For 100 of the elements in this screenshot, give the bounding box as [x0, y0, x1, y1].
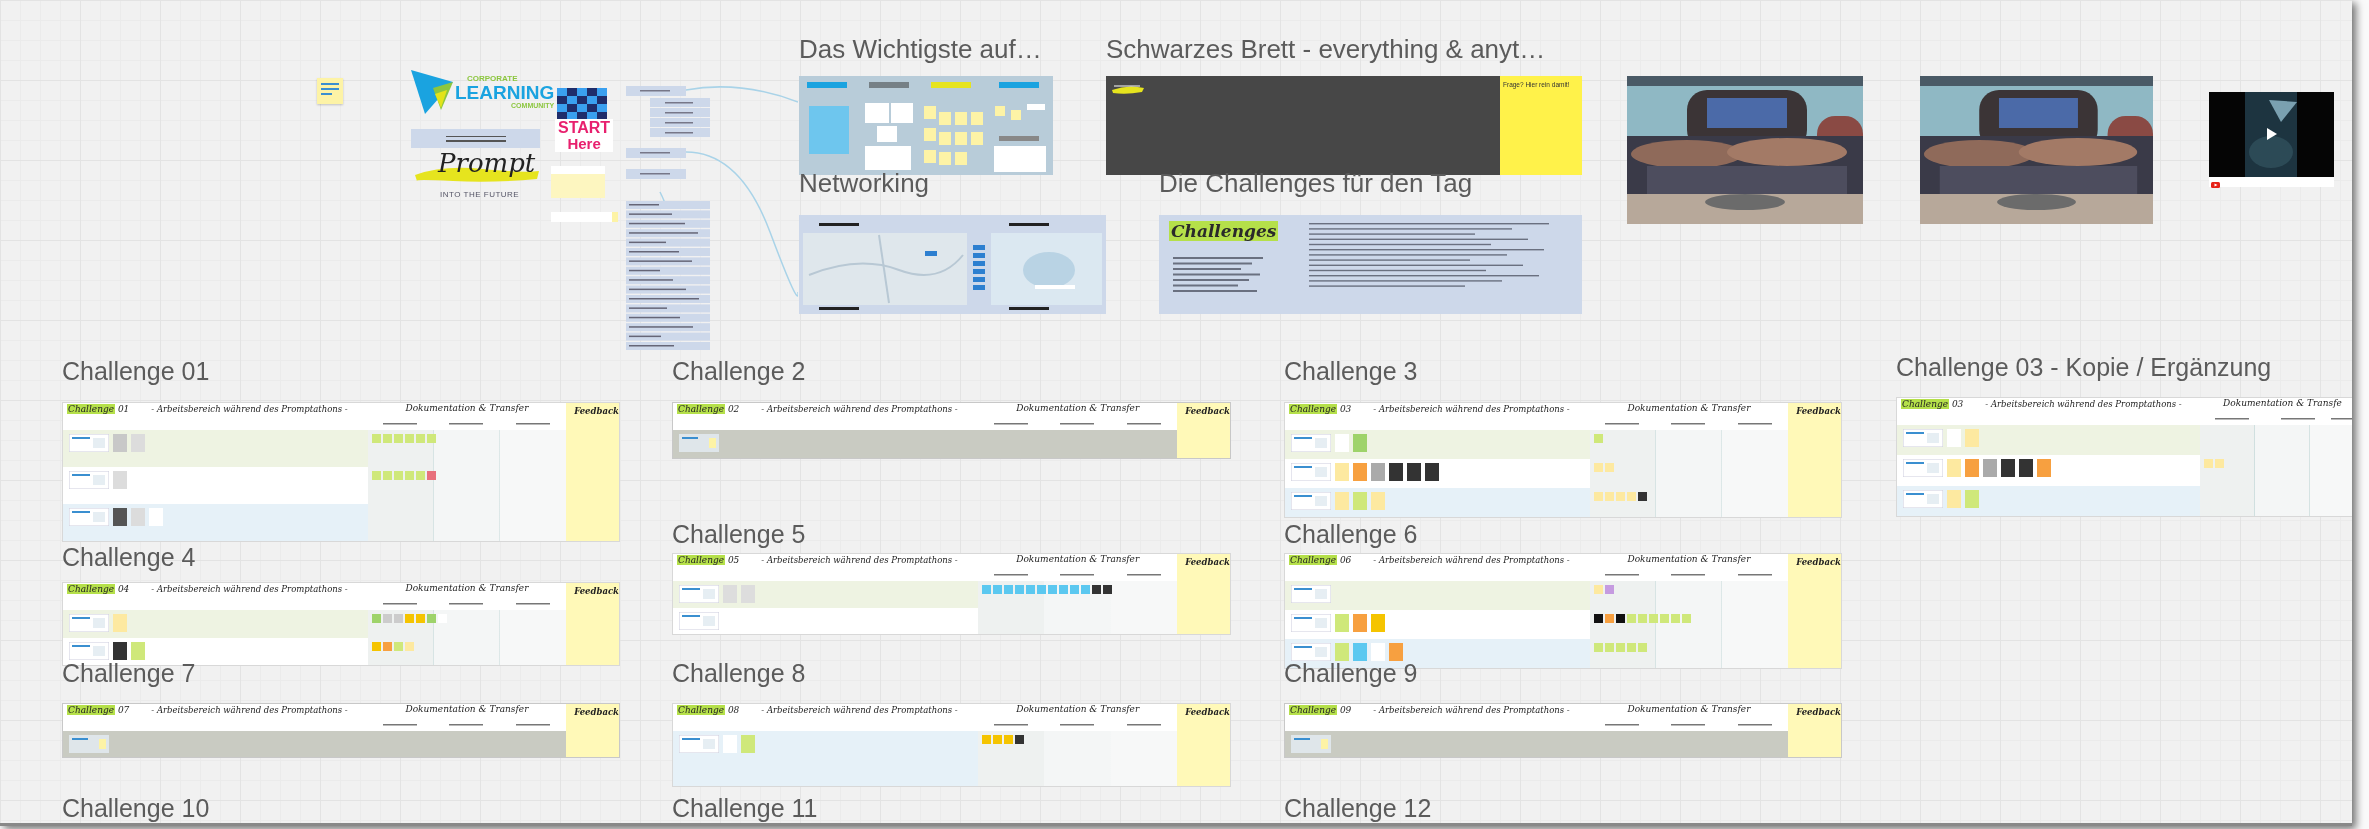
- text-lines-drawing: [1605, 422, 1640, 426]
- frame-title[interactable]: Challenge 6: [1284, 519, 1418, 549]
- text-lines-drawing: [1605, 573, 1640, 577]
- challenge-logo: Challenge 04: [67, 584, 130, 594]
- text-lines-drawing: [515, 723, 550, 727]
- text-lines-drawing: [1737, 573, 1772, 577]
- thumbnail-drawing: [69, 641, 109, 660]
- challenge-board[interactable]: Challenge 05 - Arbeitsbereich während des Promptathons - Dokumentation & Transfer Feedback: [672, 553, 1231, 635]
- text-lines-drawing: [515, 602, 550, 606]
- board-card[interactable]: [2001, 459, 2015, 478]
- board-subtitle: - Arbeitsbereich während des Promptathons -: [151, 404, 348, 414]
- thumbnail-drawing: [679, 434, 719, 452]
- text-lines-drawing: [1737, 723, 1772, 727]
- thumbnail-drawing: [69, 434, 109, 452]
- frame-title[interactable]: Challenge 11: [672, 793, 818, 823]
- challenge-logo: Challenge 08: [677, 705, 740, 715]
- feedback-column[interactable]: Feedback: [1177, 403, 1230, 458]
- thumbnail-drawing: [1291, 585, 1331, 603]
- sticky-note[interactable]: [1092, 585, 1102, 594]
- thumbnail-drawing: [1291, 643, 1331, 661]
- sticky-note[interactable]: [1615, 614, 1625, 623]
- text-lines-drawing: [515, 422, 550, 426]
- feedback-column[interactable]: Feedback: [1788, 554, 1841, 668]
- board-drawing[interactable]: [799, 215, 1106, 314]
- text-lines-drawing: [1059, 422, 1094, 426]
- challenge-logo: Challenge 03: [1901, 399, 1964, 409]
- thumbnail-drawing: [679, 735, 719, 753]
- text-lines-drawing: [1671, 422, 1706, 426]
- text-lines-drawing: [2280, 417, 2315, 421]
- board-subtitle: - Arbeitsbereich während des Promptathons -: [151, 584, 348, 594]
- sticky-note[interactable]: [1015, 735, 1025, 744]
- challenge-board[interactable]: Challenge 02 - Arbeitsbereich während des Promptathons - Dokumentation & Transfer Feedback: [672, 402, 1231, 459]
- feedback-column[interactable]: Feedback: [566, 583, 619, 665]
- frame-title[interactable]: Challenge 03 - Kopie / Ergänzung: [1896, 352, 2272, 382]
- play-icon[interactable]: [2264, 127, 2278, 141]
- challenge-board[interactable]: Challenge 03 - Arbeitsbereich während des Promptathons - Dokumentation & Transfer Feedback: [1284, 402, 1842, 518]
- challenge-board[interactable]: Challenge 01 - Arbeitsbereich während des Promptathons - Dokumentation & Transfer Feedback: [62, 402, 620, 542]
- challenge-board[interactable]: Challenge 09 - Arbeitsbereich während des Promptathons - Dokumentation & Transfer Feedback: [1284, 703, 1842, 758]
- text-lines-drawing: [1126, 573, 1161, 577]
- thumbnail-drawing: [1903, 489, 1943, 508]
- challenge-logo: Challenge 09: [1289, 705, 1352, 715]
- frame-title[interactable]: Challenge 12: [1284, 793, 1432, 823]
- thumbnail-drawing: [1291, 614, 1331, 632]
- video-logo-icon: [2211, 182, 2220, 188]
- frame-title[interactable]: Challenge 5: [672, 519, 806, 549]
- frame-title[interactable]: Schwarzes Brett - everything & anyt…: [1106, 34, 1546, 64]
- logo-text: LEARNING: [455, 83, 555, 102]
- start-text: Here: [567, 136, 601, 151]
- feedback-column[interactable]: Feedback: [1177, 704, 1230, 786]
- board-card[interactable]: Challenges: [1159, 215, 1582, 314]
- thumbnail-drawing: [69, 471, 109, 489]
- banner-strip[interactable]: [411, 129, 540, 148]
- text-lines-drawing: [1126, 723, 1161, 727]
- board-subtitle: - Arbeitsbereich während des Promptathons -: [761, 555, 958, 565]
- frame-title[interactable]: Challenge 4: [62, 542, 196, 572]
- text-lines-drawing: [1059, 573, 1094, 577]
- feedback-column[interactable]: Feedback: [1788, 704, 1841, 757]
- challenge-board[interactable]: Challenge 03 - Arbeitsbereich während des Promptathons - Dokumentation & Transfe: [1896, 397, 2352, 517]
- feedback-column[interactable]: Feedback: [566, 704, 619, 757]
- board-card[interactable]: [113, 641, 127, 660]
- frame-title[interactable]: Das Wichtigste auf…: [799, 34, 1042, 64]
- thumbnail-drawing: [679, 611, 719, 630]
- challenge-board[interactable]: Challenge 08 - Arbeitsbereich während des Promptathons - Dokumentation & Transfer Feedback: [672, 703, 1231, 787]
- board-subtitle: - Arbeitsbereich während des Promptathons -: [151, 705, 348, 715]
- note-card[interactable]: [551, 212, 618, 222]
- text-lines-drawing: [383, 422, 418, 426]
- frame-title[interactable]: Challenge 8: [672, 658, 806, 688]
- board-card[interactable]: [2019, 459, 2033, 478]
- text-lines-drawing: [449, 723, 484, 727]
- challenge-logo: Challenge 06: [1289, 555, 1352, 565]
- sticky-note[interactable]: [1637, 492, 1647, 501]
- board-subtitle: - Arbeitsbereich während des Promptathons -: [1373, 404, 1570, 414]
- feedback-column[interactable]: Feedback: [566, 403, 619, 541]
- feedback-column[interactable]: Feedback: [1177, 554, 1230, 634]
- board-subtitle: - Arbeitsbereich während des Promptathons -: [1373, 705, 1570, 715]
- column-heading: Dokumentation & Transfer: [405, 403, 529, 415]
- challenge-board[interactable]: Challenge 07 - Arbeitsbereich während des Promptathons - Dokumentation & Transfer Feedback: [62, 703, 620, 758]
- challenge-logo: Challenge 03: [1289, 404, 1352, 414]
- frame-title[interactable]: Challenge 3: [1284, 356, 1418, 386]
- challenge-logo: Challenge 01: [67, 404, 130, 414]
- sticky-note[interactable]: [1103, 585, 1113, 594]
- feedback-column[interactable]: Feedback: [1788, 403, 1841, 517]
- frame-title[interactable]: Challenge 01: [62, 356, 210, 386]
- board-subtitle: - Arbeitsbereich während des Promptathons -: [1985, 399, 2182, 409]
- text-lines-drawing: [993, 422, 1028, 426]
- column-heading: Dokumentation & Transfer: [1627, 403, 1751, 415]
- start-text: START: [558, 120, 611, 136]
- frame-title[interactable]: Challenge 2: [672, 356, 806, 386]
- frame-title[interactable]: Challenge 10: [62, 793, 210, 823]
- sticky-note[interactable]: [1593, 614, 1603, 623]
- text-lines-drawing: [1671, 573, 1706, 577]
- checkered-flag-icon: [557, 88, 607, 120]
- column-heading: Dokumentation & Transfer: [1016, 704, 1140, 716]
- thumbnail-drawing: [1291, 463, 1331, 481]
- column-heading: Dokumentation & Transfer: [1627, 704, 1751, 716]
- board-drawing[interactable]: [799, 76, 1053, 175]
- board-subtitle: - Arbeitsbereich während des Promptathons -: [1373, 555, 1570, 565]
- text-lines-drawing: [1737, 422, 1772, 426]
- frame-title[interactable]: Networking: [799, 168, 930, 198]
- thumbnail-drawing: [69, 508, 109, 526]
